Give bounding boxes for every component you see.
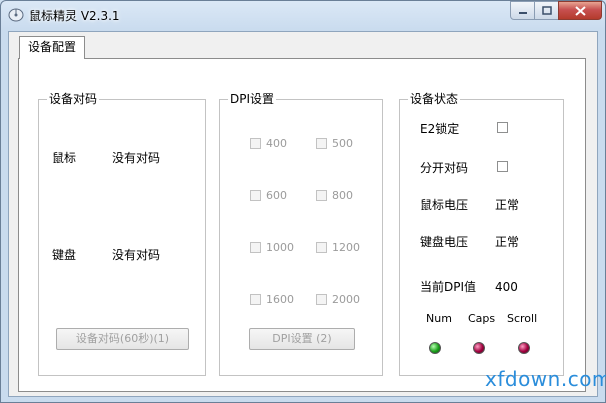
num-lock-label: Num [426, 312, 452, 325]
scroll-lock-indicator [518, 342, 530, 354]
title-bar[interactable]: 鼠标精灵 V2.3.1 [1, 1, 605, 31]
scroll-lock-label: Scroll [507, 312, 538, 325]
mouse-pair-status: 没有对码 [112, 151, 161, 165]
watermark-text: xfdown.com [485, 367, 606, 391]
e2-lock-checkbox[interactable] [497, 122, 508, 133]
dpi-800-label: 800 [332, 189, 353, 202]
dpi-600-label: 600 [266, 189, 287, 202]
pair-device-button[interactable]: 设备对码(60秒)(1) [56, 328, 189, 350]
client-area: 设备配置 设备对码 鼠标 没有对码 键盘 没有对码 设备对码(60秒)(1) D… [8, 31, 598, 397]
tab-device-config[interactable]: 设备配置 [19, 36, 86, 59]
close-button[interactable] [558, 1, 602, 20]
dpi-1600-label: 1600 [266, 293, 294, 306]
split-pair-label: 分开对码 [420, 161, 469, 175]
dpi-1200-checkbox[interactable] [316, 242, 327, 253]
keyboard-voltage-value: 正常 [495, 235, 520, 249]
current-dpi-label: 当前DPI值 [420, 280, 477, 294]
mouse-voltage-value: 正常 [495, 198, 520, 212]
mouse-label: 鼠标 [52, 151, 77, 165]
caps-lock-label: Caps [468, 312, 496, 325]
dpi-1600-checkbox[interactable] [250, 294, 261, 305]
e2-lock-label: E2锁定 [420, 122, 460, 136]
minimize-icon [518, 11, 527, 14]
split-pair-checkbox[interactable] [497, 161, 508, 172]
caps-lock-indicator [473, 342, 485, 354]
dpi-1000-label: 1000 [266, 241, 294, 254]
mouse-voltage-label: 鼠标电压 [420, 198, 469, 212]
dpi-set-button[interactable]: DPI设置 (2) [249, 328, 355, 350]
dpi-500-label: 500 [332, 137, 353, 150]
maximize-icon [541, 6, 552, 15]
dpi-400-label: 400 [266, 137, 287, 150]
dpi-500-checkbox[interactable] [316, 138, 327, 149]
current-dpi-value: 400 [495, 280, 518, 294]
group-pairing: 设备对码 鼠标 没有对码 键盘 没有对码 设备对码(60秒)(1) [38, 91, 206, 376]
dpi-1200-label: 1200 [332, 241, 360, 254]
keyboard-label: 键盘 [52, 248, 77, 262]
group-pairing-title: 设备对码 [47, 91, 100, 107]
group-dpi-title: DPI设置 [228, 91, 277, 107]
dpi-400-checkbox[interactable] [250, 138, 261, 149]
group-status-title: 设备状态 [408, 91, 461, 107]
group-dpi: DPI设置 400 500 600 800 1000 1200 1600 200… [219, 91, 383, 376]
window-title: 鼠标精灵 V2.3.1 [29, 9, 120, 23]
keyboard-pair-status: 没有对码 [112, 248, 161, 262]
dpi-800-checkbox[interactable] [316, 190, 327, 201]
num-lock-indicator [429, 342, 441, 354]
group-device-status: 设备状态 E2锁定 分开对码 鼠标电压 正常 键盘电压 正常 当前DPI值 40… [399, 91, 564, 376]
app-window: 鼠标精灵 V2.3.1 设备配置 设备对码 鼠标 没有对码 键盘 没有对码 设备… [0, 0, 606, 403]
dpi-1000-checkbox[interactable] [250, 242, 261, 253]
dpi-2000-checkbox[interactable] [316, 294, 327, 305]
maximize-button[interactable] [534, 1, 559, 20]
keyboard-voltage-label: 键盘电压 [420, 235, 469, 249]
close-icon [574, 5, 586, 16]
mouse-app-icon [8, 8, 24, 22]
dpi-2000-label: 2000 [332, 293, 360, 306]
tab-panel-device-config: 设备对码 鼠标 没有对码 键盘 没有对码 设备对码(60秒)(1) DPI设置 … [18, 58, 586, 392]
dpi-600-checkbox[interactable] [250, 190, 261, 201]
minimize-button[interactable] [510, 1, 535, 20]
